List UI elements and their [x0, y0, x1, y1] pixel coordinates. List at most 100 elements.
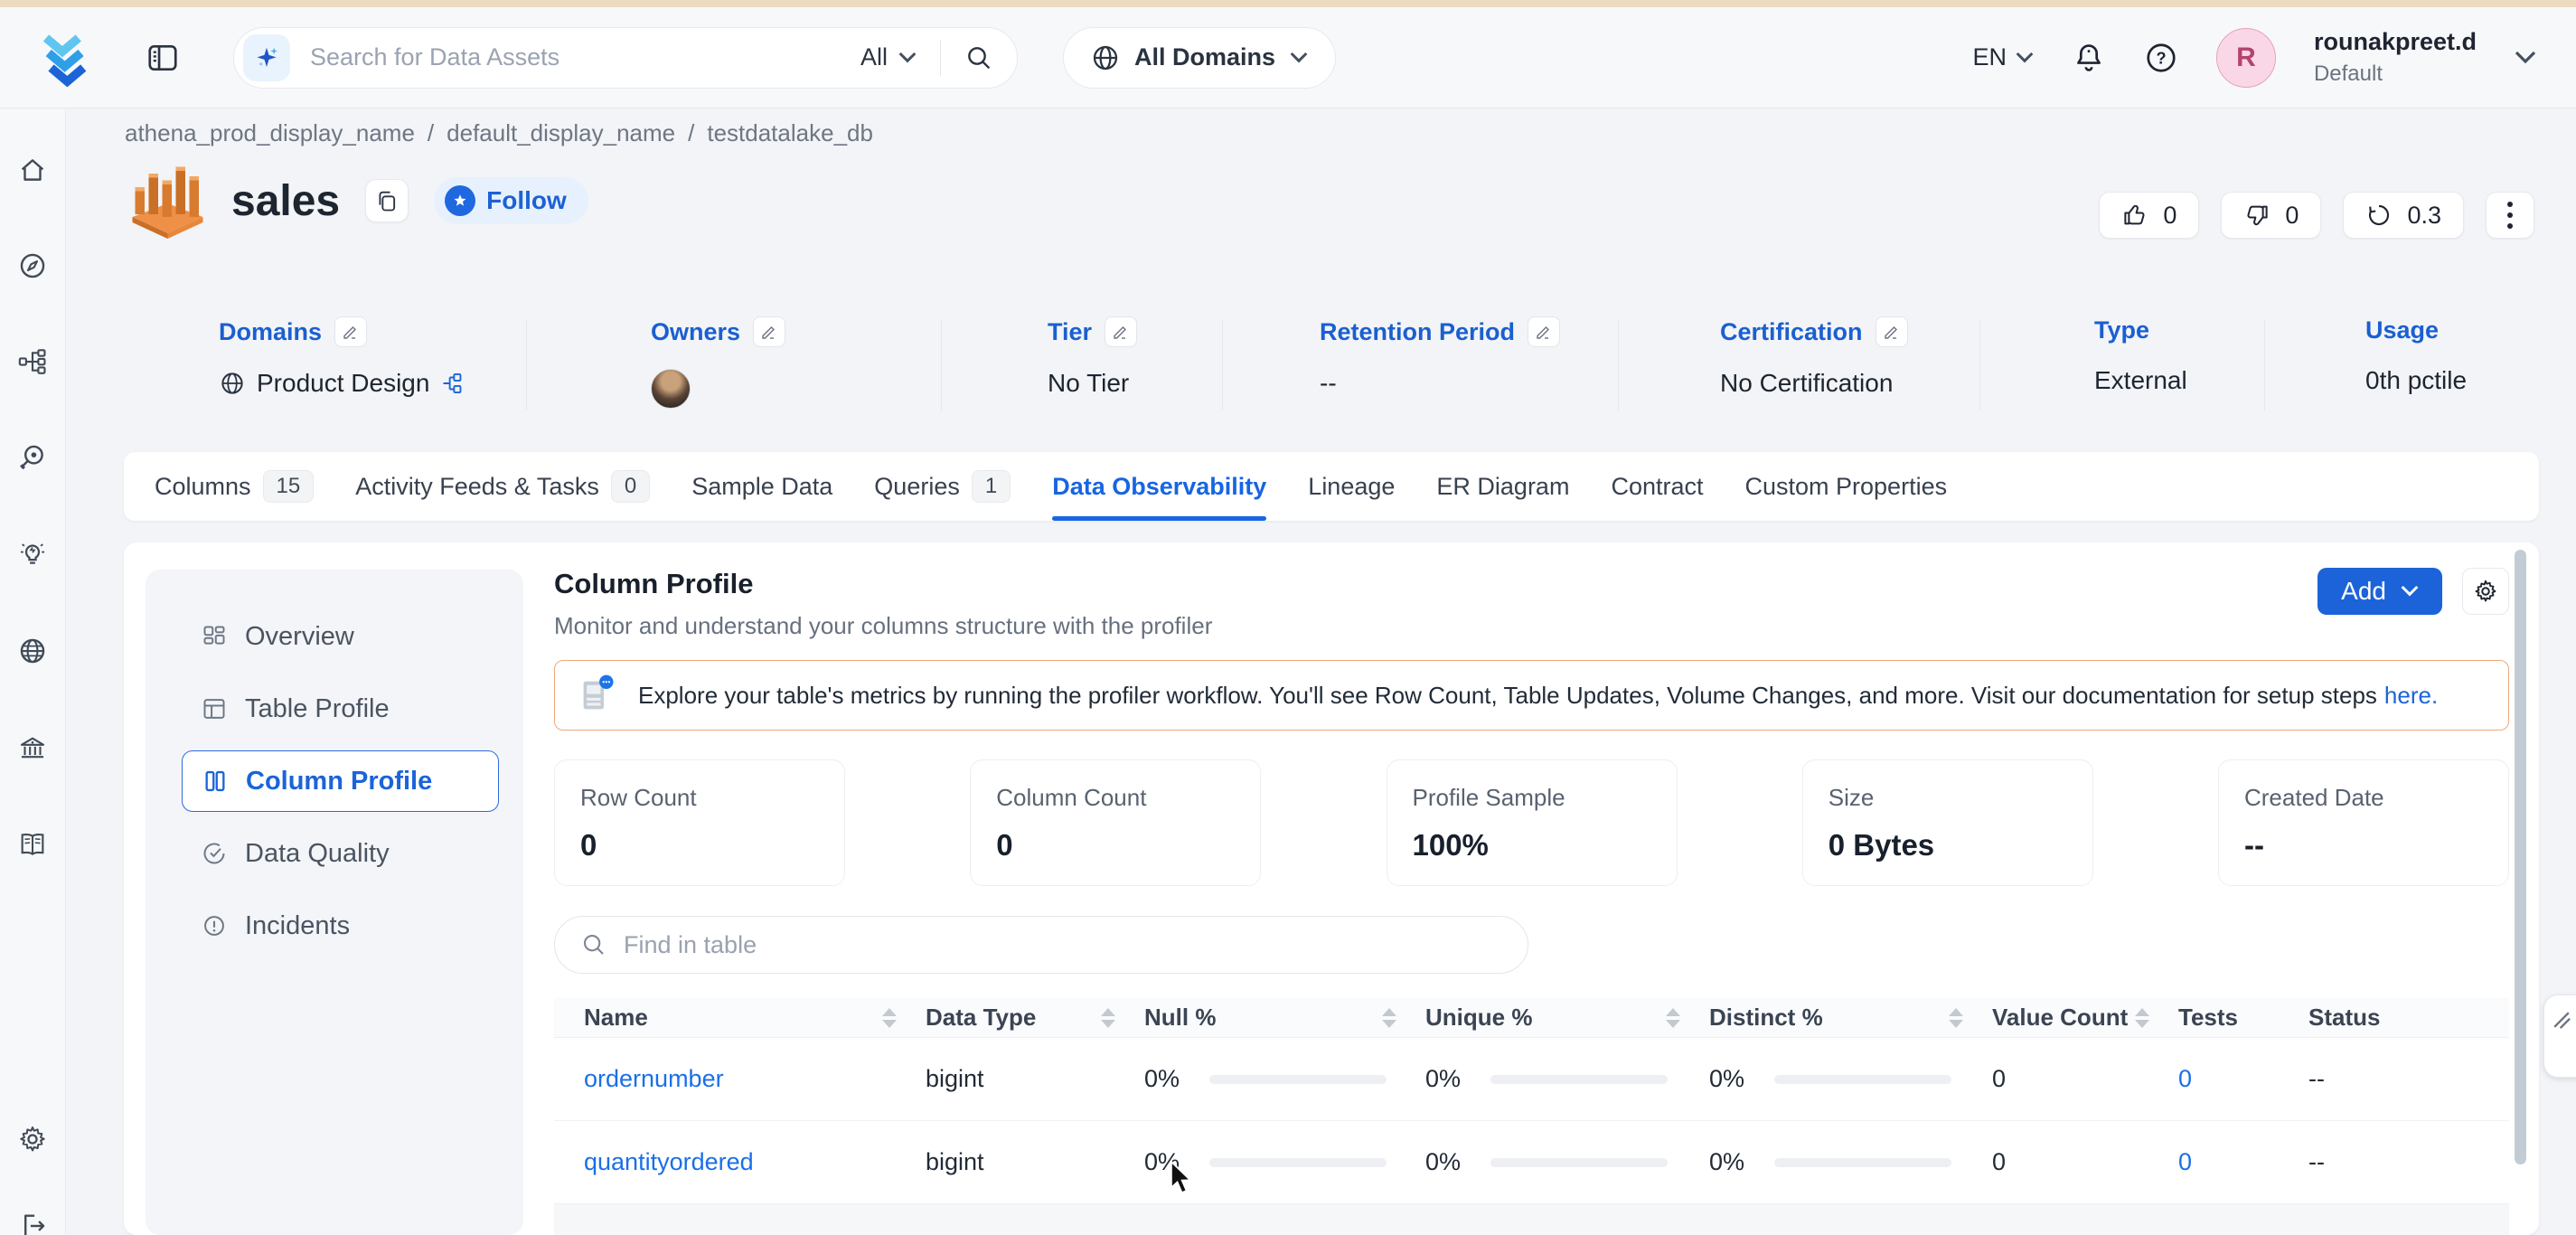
help-icon[interactable]: ? — [2144, 41, 2178, 75]
null-pct-cell: 0% — [1133, 1065, 1415, 1093]
breadcrumb-service[interactable]: athena_prod_display_name — [125, 119, 415, 147]
language-dropdown[interactable]: EN — [1972, 43, 2034, 71]
edit-owners-button[interactable] — [753, 316, 786, 347]
header-right-cluster: EN ? R rounakpreet.d Default — [1972, 27, 2536, 89]
user-name: rounakpreet.d — [2313, 27, 2477, 55]
profiler-workflow-icon — [583, 674, 614, 710]
settings-gear-icon[interactable] — [17, 1124, 48, 1155]
chevron-down-icon[interactable] — [2515, 51, 2536, 65]
progress-track — [1774, 1157, 1951, 1167]
notifications-bell-icon[interactable] — [2072, 41, 2106, 75]
sort-control[interactable] — [1101, 1007, 1115, 1028]
tab-lineage[interactable]: Lineage — [1308, 452, 1395, 521]
user-menu[interactable]: rounakpreet.d Default — [2314, 27, 2477, 89]
status-cell: -- — [2308, 1148, 2325, 1175]
sort-control[interactable] — [2135, 1007, 2149, 1028]
status-cell: -- — [2308, 1065, 2325, 1092]
tab-badge: 1 — [971, 470, 1011, 503]
domains-globe-icon[interactable] — [17, 636, 48, 666]
nav-item-overview[interactable]: Overview — [182, 606, 499, 667]
col-header-null-pct: Null % — [1133, 1004, 1415, 1032]
version-history-button[interactable]: 0.3 — [2343, 192, 2464, 239]
table-row: ordernumber bigint 0% 0% 0% 0 0 -- — [554, 1038, 2509, 1121]
breadcrumb-schema[interactable]: testdatalake_db — [707, 119, 873, 147]
col-header-value-count: Value Count — [1981, 1004, 2167, 1032]
col-header-unique-pct: Unique % — [1415, 1004, 1698, 1032]
copy-name-button[interactable] — [365, 179, 409, 222]
explore-compass-icon[interactable] — [17, 250, 48, 281]
distinct-pct-cell: 0% — [1698, 1065, 1981, 1093]
pencil-icon — [1537, 326, 1550, 339]
stat-row-count: Row Count 0 — [554, 759, 845, 886]
profiler-settings-button[interactable] — [2462, 568, 2509, 615]
edit-domains-button[interactable] — [334, 316, 368, 347]
more-options-button[interactable] — [2486, 192, 2534, 239]
search-icon[interactable] — [964, 43, 993, 72]
avatar-initial: R — [2236, 42, 2256, 72]
logout-icon[interactable] — [17, 1211, 48, 1235]
globe-icon — [221, 372, 243, 394]
nav-item-table-profile[interactable]: Table Profile — [182, 678, 499, 740]
find-in-table-input[interactable]: Find in table — [554, 916, 1528, 974]
tests-link[interactable]: 0 — [2178, 1148, 2192, 1176]
documentation-link[interactable]: here. — [2384, 682, 2438, 709]
data-assets-topology-icon[interactable] — [17, 346, 48, 377]
vertical-scrollbar-thumb[interactable] — [2515, 550, 2526, 1164]
sort-control[interactable] — [1666, 1007, 1680, 1028]
global-search-input[interactable]: Search for Data Assets All — [233, 26, 1018, 89]
kebab-icon — [2507, 202, 2513, 229]
tab-data-observability[interactable]: Data Observability — [1052, 452, 1267, 521]
right-panel-handle[interactable] — [2543, 995, 2576, 1078]
edit-retention-button[interactable] — [1528, 316, 1561, 347]
breadcrumb-database[interactable]: default_display_name — [447, 119, 675, 147]
screen: Search for Data Assets All All Domains E… — [0, 0, 2576, 1235]
openmetadata-logo-icon[interactable] — [36, 28, 96, 88]
tab-columns[interactable]: Columns 15 — [155, 452, 315, 521]
subdomain-hierarchy-icon[interactable] — [440, 372, 464, 395]
column-name-link[interactable]: ordernumber — [584, 1065, 724, 1093]
govern-bank-icon[interactable] — [17, 733, 48, 764]
column-profile-icon — [205, 770, 225, 792]
data-quality-check-icon — [203, 843, 225, 864]
tab-custom-properties[interactable]: Custom Properties — [1745, 452, 1948, 521]
column-name-link[interactable]: quantityordered — [584, 1148, 754, 1176]
tab-badge: 0 — [610, 470, 651, 503]
tier-value: No Tier — [1048, 369, 1130, 397]
nav-item-incidents[interactable]: Incidents — [182, 895, 499, 957]
nav-item-data-quality[interactable]: Data Quality — [182, 823, 499, 884]
tab-queries[interactable]: Queries 1 — [874, 452, 1011, 521]
edit-tier-button[interactable] — [1105, 316, 1138, 347]
tests-link[interactable]: 0 — [2178, 1065, 2192, 1093]
sidebar-toggle-button[interactable] — [143, 38, 183, 78]
sort-control[interactable] — [1949, 1007, 1963, 1028]
usage-value: 0th pctile — [2365, 366, 2468, 394]
downvote-button[interactable]: 0 — [2221, 192, 2322, 239]
value-count-cell: 0 — [1992, 1148, 2007, 1175]
tab-er-diagram[interactable]: ER Diagram — [1436, 452, 1569, 521]
edit-certification-button[interactable] — [1875, 316, 1908, 347]
thumbs-down-icon — [2247, 205, 2269, 226]
insights-lightbulb-icon[interactable] — [17, 538, 48, 569]
sort-control[interactable] — [882, 1007, 897, 1028]
user-avatar[interactable]: R — [2215, 27, 2276, 88]
all-domains-dropdown[interactable]: All Domains — [1063, 26, 1337, 89]
tab-contract[interactable]: Contract — [1611, 452, 1703, 521]
upvote-button[interactable]: 0 — [2099, 192, 2200, 239]
owner-avatar[interactable] — [651, 369, 691, 409]
sort-control[interactable] — [1382, 1007, 1396, 1028]
tab-sample-data[interactable]: Sample Data — [691, 452, 832, 521]
domain-value[interactable]: Product Design — [257, 369, 429, 398]
section-subtitle: Monitor and understand your columns stru… — [554, 612, 1213, 639]
meta-retention: Retention Period -- — [1320, 316, 1561, 398]
progress-track — [1490, 1074, 1668, 1084]
progress-track — [1209, 1074, 1387, 1084]
search-placeholder: Search for Data Assets — [310, 43, 560, 71]
tab-activity-feeds[interactable]: Activity Feeds & Tasks 0 — [355, 452, 651, 521]
search-scope-dropdown[interactable]: All — [860, 43, 917, 71]
observability-search-eye-icon[interactable] — [17, 442, 48, 473]
add-button[interactable]: Add — [2317, 568, 2442, 615]
home-icon[interactable] — [17, 155, 48, 185]
glossary-book-icon[interactable] — [17, 829, 48, 860]
follow-button[interactable]: Follow — [434, 177, 588, 224]
nav-item-column-profile[interactable]: Column Profile — [182, 750, 499, 812]
